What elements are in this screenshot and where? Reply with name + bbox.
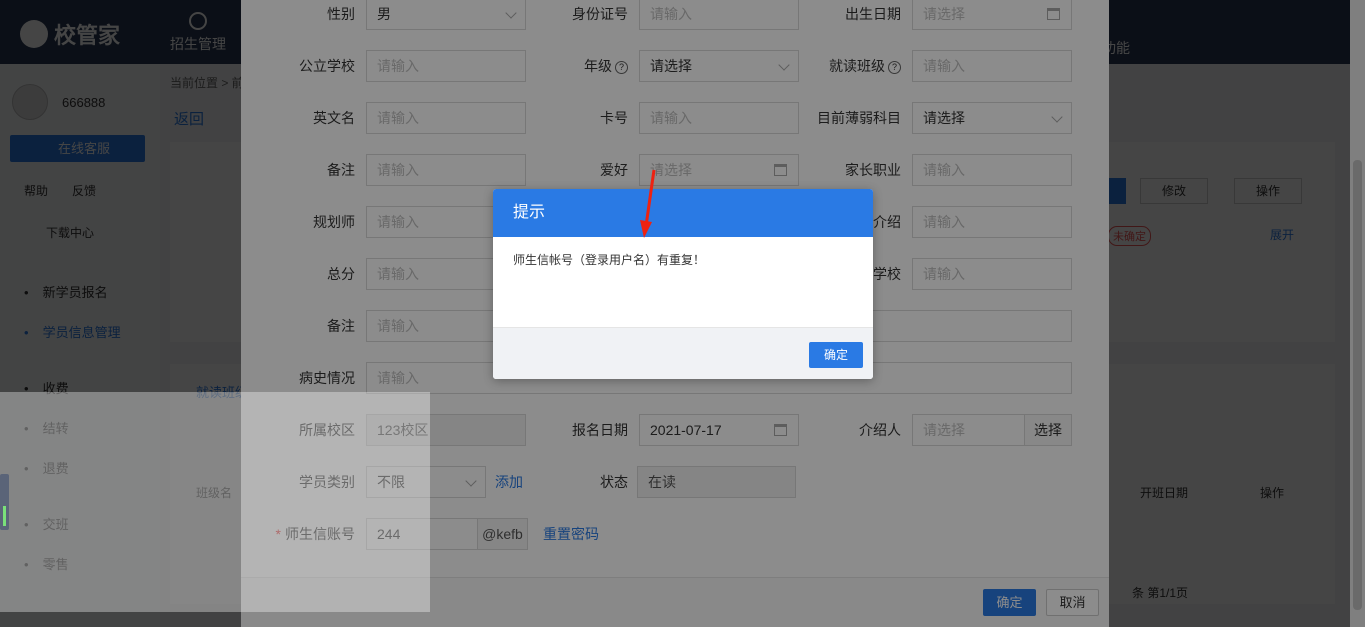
alert-message: 师生信帐号（登录用户名）有重复！ (513, 253, 706, 267)
level-bar (3, 506, 6, 526)
screen-highlight (0, 392, 430, 612)
alert-dialog: 提示 师生信帐号（登录用户名）有重复！ 确定 (493, 189, 873, 379)
alert-title: 提示 (493, 189, 873, 237)
alert-ok-button[interactable]: 确定 (809, 342, 863, 368)
volume-widget[interactable] (0, 474, 9, 530)
red-arrow-annotation (640, 169, 656, 238)
alert-footer: 确定 (493, 327, 873, 379)
